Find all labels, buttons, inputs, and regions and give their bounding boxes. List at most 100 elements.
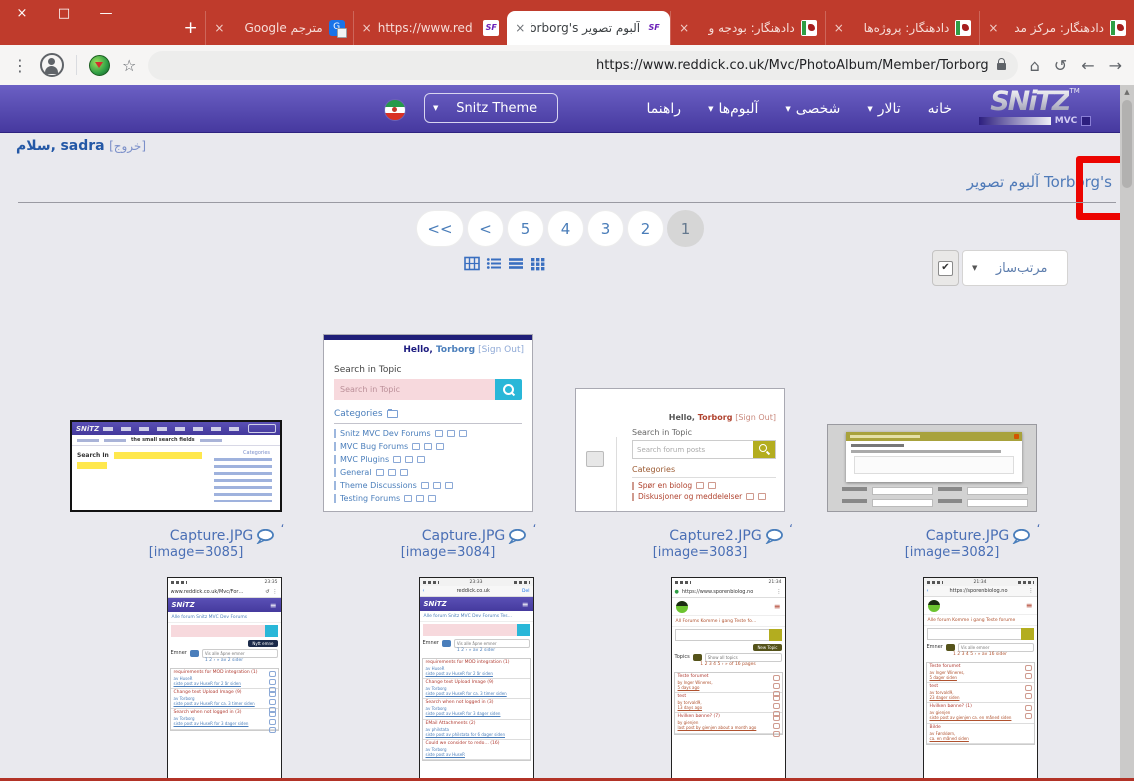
photo-name-link[interactable]: Capture.JPG [170,528,254,544]
comment-bubble-icon[interactable] [256,529,274,544]
tab-google-translate[interactable]: × مترجم Google G [205,11,352,45]
sort-dropdown[interactable]: ▼ مرتب‌ساز [962,250,1068,286]
home-button[interactable]: ⌂ [1030,56,1040,75]
snitz-logo-text: SNiTZ [990,86,1069,117]
mini-hello-label: Hello, [403,345,432,355]
mini-icon [773,723,780,729]
snitz-logo[interactable]: SNiTZTM MVC [960,88,1110,126]
mini-icon [269,727,276,733]
lock-icon[interactable] [997,63,1006,70]
page-scrollbar[interactable]: ▲ [1120,85,1134,781]
scrollbar-up-arrow[interactable]: ▲ [1120,85,1134,99]
comment-bubble-icon[interactable] [765,529,783,544]
tab-close-icon[interactable]: × [679,21,689,35]
comment-bubble-icon[interactable] [1012,529,1030,544]
checkbox-checked-icon[interactable]: ✔ [938,261,953,276]
sort-checkbox-button[interactable]: ✔ [932,250,959,286]
mini-icon [404,495,412,502]
mini-url: reddick.co.uk [428,588,520,594]
tab-photo-album-active[interactable]: × آلبوم تصویر Torborg's SF [507,11,670,45]
logout-link[interactable]: [خروج] [109,139,146,153]
tab-datanegar-projects[interactable]: × دادهنگار: پروژه‌ها [825,11,980,45]
photo-name-link[interactable]: Capture.JPG [422,528,506,544]
mini-status-icons [675,581,691,584]
menu-item-home[interactable]: خانه [928,101,952,117]
pagination-page-1-active[interactable]: 1 [667,210,704,247]
mini-menu-lines [103,427,244,431]
tab-close-icon[interactable]: × [515,21,525,35]
window-maximize-button[interactable]: □ [56,6,72,21]
chat-icon [693,654,702,661]
photo-thumbnail-mobile-1[interactable]: 23:35 www.reddick.co.uk/Mvc/For…↺⋮ SNiTZ… [167,577,282,778]
mini-icon [746,493,754,500]
menu-item-forum[interactable]: ▼تالار [867,101,900,117]
menu-item-albums[interactable]: ▼آلبوم‌ها [708,101,758,117]
mini-new-topic-button: New Topic [753,644,781,651]
bookmark-star-icon[interactable]: ☆ [122,56,136,75]
tab-datanegar-center[interactable]: × دادهنگار: مرکز مد [979,11,1134,45]
mini-kebab-icon: ⋮ [1029,588,1034,594]
back-button[interactable]: ← [1081,56,1094,75]
menu-item-help[interactable]: راهنما [646,101,681,117]
iran-flag-icon[interactable] [384,99,406,121]
photo-thumbnail-mobile-4[interactable]: 21:34 ‹https://sporenbiolog.no⋮ ≡ Alle f… [923,577,1038,778]
mini-icon [436,443,444,450]
photo-thumbnail-mobile-3[interactable]: 21:34 ●https://www.sporenbiolog.no⋮ ≡ Al… [671,577,786,778]
forum-name: Theme Discussions [340,481,417,490]
mini-icon [416,495,424,502]
photo-thumbnail-mobile-2[interactable]: 23:33 ‹reddick.co.ukDel SNiTZ≡ Alle foru… [419,577,534,778]
details-view-icon[interactable] [508,256,524,271]
filmstrip-view-icon[interactable] [464,256,480,271]
caption-comma: ، [789,516,793,530]
tab-close-icon[interactable]: × [362,21,372,35]
pagination-prev-button[interactable]: < [467,210,504,247]
mini-modal-dialog [846,432,1022,482]
tab-close-icon[interactable]: × [834,21,844,35]
pagination-page-2[interactable]: 2 [627,210,664,247]
url-text[interactable]: https://www.reddick.co.uk/Mvc/PhotoAlbum… [596,58,989,73]
topic-last-post: 23 dager siden [930,695,1020,700]
idm-extension-icon[interactable] [89,55,110,76]
profile-avatar-icon[interactable] [40,53,64,77]
browser-menu-icon[interactable]: ⋮ [12,56,28,75]
album-grid-row-1: SNiTZ the small search fields Search In … [50,322,1058,560]
scrollbar-thumb[interactable] [1122,100,1132,188]
window-close-button[interactable]: × [14,6,30,21]
photo-name-link[interactable]: Capture2.JPG [669,528,761,544]
tab-datanegar-budget[interactable]: × دادهنگار: بودجه و [670,11,825,45]
new-tab-button[interactable]: + [176,11,205,45]
pagination-page-5[interactable]: 5 [507,210,544,247]
photo-thumbnail-3085[interactable]: SNiTZ the small search fields Search In … [70,420,282,512]
mini-icon [400,469,408,476]
photo-thumbnail-3082[interactable] [827,424,1037,512]
reload-button[interactable]: ↺ [1054,56,1067,75]
mini-snitz-logo: SNiTZ [76,425,99,433]
photo-name-link[interactable]: Capture.JPG [926,528,1010,544]
photo-thumbnail-3083[interactable]: Hello, Torborg [Sign Out] Search in Topi… [575,388,785,512]
photo-thumbnail-3084[interactable]: Hello, Torborg [Sign Out] Search in Topi… [323,334,533,512]
window-minimize-button[interactable]: — [98,6,114,21]
forward-button[interactable]: → [1109,56,1122,75]
mini-topic-row: testav torvald9,23 dager siden [927,683,1034,703]
list-view-icon[interactable] [486,256,502,271]
tab-reddick[interactable]: × https://www.red SF [353,11,508,45]
menu-label: تالار [878,101,901,117]
mini-search-in-label: Search In [77,452,109,459]
album-cell: SNiTZ the small search fields Search In … [50,322,302,560]
grid-view-icon[interactable] [530,256,546,271]
mini-topic-row: Bildeav Førsklørn,ca. en måned siden [927,724,1034,744]
pagination-page-4[interactable]: 4 [547,210,584,247]
browser-toolbar: ⋮ ☆ https://www.reddick.co.uk/Mvc/PhotoA… [0,45,1134,85]
mini-icon [421,482,429,489]
mini-icon [405,456,413,463]
menu-item-personal[interactable]: ▼شخصی [785,101,840,117]
pagination-first-button[interactable]: << [416,210,464,247]
tab-close-icon[interactable]: × [214,21,224,35]
address-bar[interactable]: https://www.reddick.co.uk/Mvc/PhotoAlbum… [148,51,1017,80]
comment-bubble-icon[interactable] [508,529,526,544]
theme-dropdown-button[interactable]: ▼ Snitz Theme [424,93,558,123]
tab-close-icon[interactable]: × [988,21,998,35]
pagination-page-3[interactable]: 3 [587,210,624,247]
mini-lock-icon: ● [675,589,679,595]
mini-pagination: 1 2 3 4 5 › » of 16 pages [672,662,785,671]
